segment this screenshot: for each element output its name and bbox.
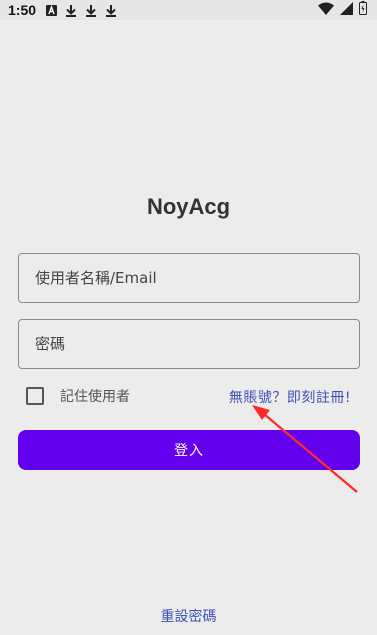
remember-user-row[interactable]: 記住使用者: [26, 386, 130, 406]
download-icon: [105, 4, 117, 17]
download-icon: [85, 4, 97, 17]
register-link[interactable]: 無賬號？即刻註冊!: [229, 387, 351, 407]
notification-a-icon: [46, 4, 58, 16]
wifi-icon: [318, 2, 334, 19]
status-time: 1:50: [8, 2, 37, 18]
download-icon: [65, 4, 77, 17]
password-input[interactable]: [35, 335, 343, 353]
signal-icon: [340, 1, 353, 19]
password-field[interactable]: [18, 319, 360, 369]
login-button[interactable]: 登入: [18, 430, 360, 470]
username-input[interactable]: [35, 269, 343, 287]
status-bar: 1:50: [0, 0, 377, 20]
reset-password-link[interactable]: 重設密碼: [0, 606, 377, 626]
remember-user-checkbox[interactable]: [26, 387, 44, 405]
app-title: NoyAcg: [146, 194, 231, 219]
username-field[interactable]: [18, 253, 360, 303]
battery-icon: [359, 1, 367, 19]
remember-user-label: 記住使用者: [60, 389, 130, 405]
annotation-arrow-icon: [252, 405, 358, 493]
